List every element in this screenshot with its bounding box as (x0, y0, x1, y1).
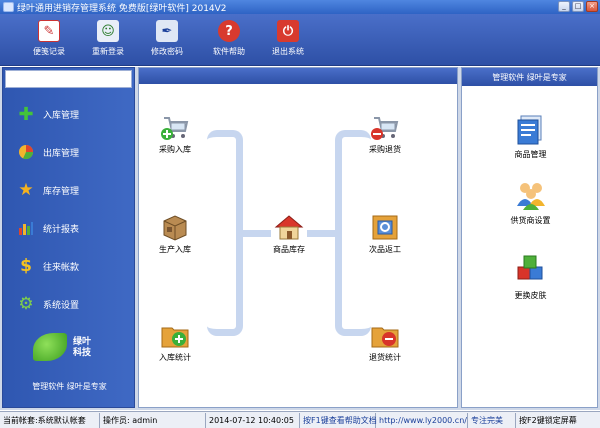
relogin-label: 重新登录 (92, 47, 124, 56)
cart-plus-icon (160, 112, 190, 142)
sidebar-item-label: 出库管理 (43, 148, 80, 159)
change-password-label: 修改密码 (151, 47, 183, 56)
main-frame: ✚ 入库管理 出库管理 ★ 库存管理 统计报表 $ 往来帐款 ⚙ 系统设置 绿叶… (0, 67, 600, 410)
product-management-link[interactable]: 商品管理 (462, 112, 599, 160)
return-stats-label: 退货统计 (369, 353, 401, 362)
sidebar-item-label: 入库管理 (43, 110, 80, 121)
maximize-button[interactable]: □ (572, 1, 584, 12)
pen-icon: ✒ (156, 20, 178, 42)
toolbar: ✎ 便笺记录 ☺ 重新登录 ✒ 修改密码 ? 软件帮助 ⏻ 退出系统 (0, 14, 600, 66)
window-controls: _ □ × (558, 1, 598, 12)
exit-label: 退出系统 (272, 47, 304, 56)
users-icon: ☺ (97, 20, 119, 42)
folder-plus-icon (160, 320, 190, 350)
relogin-button[interactable]: ☺ 重新登录 (82, 20, 134, 62)
status-website-link[interactable]: http://www.ly2000.cn/ (376, 412, 468, 428)
pie-icon (17, 143, 35, 161)
production-in-label: 生产入库 (159, 245, 191, 254)
sidebar-item-reports[interactable]: 统计报表 (17, 219, 79, 237)
sidebar-item-label: 往来帐款 (43, 262, 80, 273)
minimize-button[interactable]: _ (558, 1, 570, 12)
logo-line2: 科技 (73, 348, 92, 358)
workflow-panel: 采购入库 生产入库 入库统计 商品库存 采购退货 次品返工 退货统计 (138, 67, 458, 408)
defect-rework-node[interactable]: 次品返工 (353, 212, 417, 255)
supplier-users-icon (514, 178, 548, 212)
sidebar-item-stock-in[interactable]: ✚ 入库管理 (17, 103, 80, 125)
sidebar-item-label: 系统设置 (43, 300, 80, 311)
production-in-node[interactable]: 生产入库 (143, 212, 207, 255)
notepad-button[interactable]: ✎ 便笺记录 (23, 20, 75, 62)
purchase-return-node[interactable]: 采购退货 (353, 112, 417, 155)
folder-minus-icon (370, 320, 400, 350)
inventory-label: 商品库存 (273, 245, 305, 254)
product-management-label: 商品管理 (514, 150, 547, 159)
status-account: 当前帐套:系统默认帐套 (0, 412, 100, 428)
workflow-header (139, 68, 457, 84)
app-icon (3, 2, 14, 12)
gear-icon: ⚙ (18, 294, 34, 314)
sidebar-header (5, 70, 132, 88)
left-connector (207, 130, 243, 336)
notepad-icon: ✎ (38, 20, 60, 42)
change-skin-label: 更换皮肤 (514, 291, 547, 300)
sidebar: ✚ 入库管理 出库管理 ★ 库存管理 统计报表 $ 往来帐款 ⚙ 系统设置 绿叶… (2, 67, 135, 408)
help-icon: ? (218, 20, 240, 42)
sidebar-item-stock-out[interactable]: 出库管理 (17, 143, 79, 161)
sidebar-slogan: 管理软件 绿叶是专家 (32, 382, 107, 391)
bar-chart-icon (17, 219, 35, 237)
purchase-in-node[interactable]: 采购入库 (143, 112, 207, 155)
leaf-icon (33, 333, 67, 361)
status-help-hint[interactable]: 按F1键查看帮助文档 (300, 412, 377, 428)
dollar-icon: $ (20, 256, 32, 276)
purchase-return-label: 采购退货 (369, 145, 401, 154)
notepad-label: 便笺记录 (33, 47, 65, 56)
sidebar-item-inventory[interactable]: ★ 库存管理 (17, 180, 80, 200)
help-button[interactable]: ? 软件帮助 (203, 20, 255, 62)
exit-button[interactable]: ⏻ 退出系统 (262, 20, 314, 62)
status-operator: 操作员: admin (100, 412, 206, 428)
right-panel-header: 管理软件 绿叶是专家 (462, 68, 597, 86)
change-password-button[interactable]: ✒ 修改密码 (141, 20, 193, 62)
status-lock-hint: 按F2键锁定屏幕 (519, 415, 577, 425)
box-icon (160, 212, 190, 242)
window-title: 绿叶通用进销存管理系统 免费版[绿叶软件] 2014V2 (17, 3, 227, 14)
logo-line1: 绿叶 (73, 337, 92, 347)
sidebar-item-label: 统计报表 (43, 224, 80, 235)
help-label: 软件帮助 (213, 47, 245, 56)
house-icon (274, 212, 304, 242)
company-logo: 绿叶 科技 管理软件 绿叶是专家 (3, 331, 136, 401)
sidebar-item-accounts[interactable]: $ 往来帐款 (17, 256, 80, 276)
cart-minus-icon (370, 112, 400, 142)
logo-text: 绿叶 科技 (73, 337, 91, 359)
return-stats-node[interactable]: 退货统计 (353, 320, 417, 363)
rework-box-icon (370, 212, 400, 242)
status-datetime: 2014-07-12 10:40:05 (206, 412, 300, 428)
cubes-icon (514, 253, 548, 287)
stock-in-stats-label: 入库统计 (159, 353, 191, 362)
supplier-settings-label: 供货商设置 (510, 216, 551, 225)
power-icon: ⏻ (277, 20, 299, 42)
sidebar-item-label: 库存管理 (43, 186, 80, 197)
supplier-settings-link[interactable]: 供货商设置 (462, 178, 599, 226)
close-button[interactable]: × (586, 1, 598, 12)
change-skin-link[interactable]: 更换皮肤 (462, 253, 599, 301)
defect-rework-label: 次品返工 (369, 245, 401, 254)
sidebar-item-settings[interactable]: ⚙ 系统设置 (17, 294, 80, 314)
status-slogan: 专注完美 (468, 412, 516, 428)
star-icon: ★ (18, 180, 34, 200)
inventory-node[interactable]: 商品库存 (257, 212, 321, 255)
title-bar: 绿叶通用进销存管理系统 免费版[绿叶软件] 2014V2 _ □ × (0, 0, 600, 14)
right-panel: 管理软件 绿叶是专家 商品管理 供货商设置 更换皮肤 (461, 67, 598, 408)
product-icon (514, 112, 548, 146)
plus-icon: ✚ (18, 103, 34, 125)
stock-in-stats-node[interactable]: 入库统计 (143, 320, 207, 363)
purchase-in-label: 采购入库 (159, 145, 191, 154)
status-bar: 当前帐套:系统默认帐套 操作员: admin 2014-07-12 10:40:… (0, 411, 600, 428)
